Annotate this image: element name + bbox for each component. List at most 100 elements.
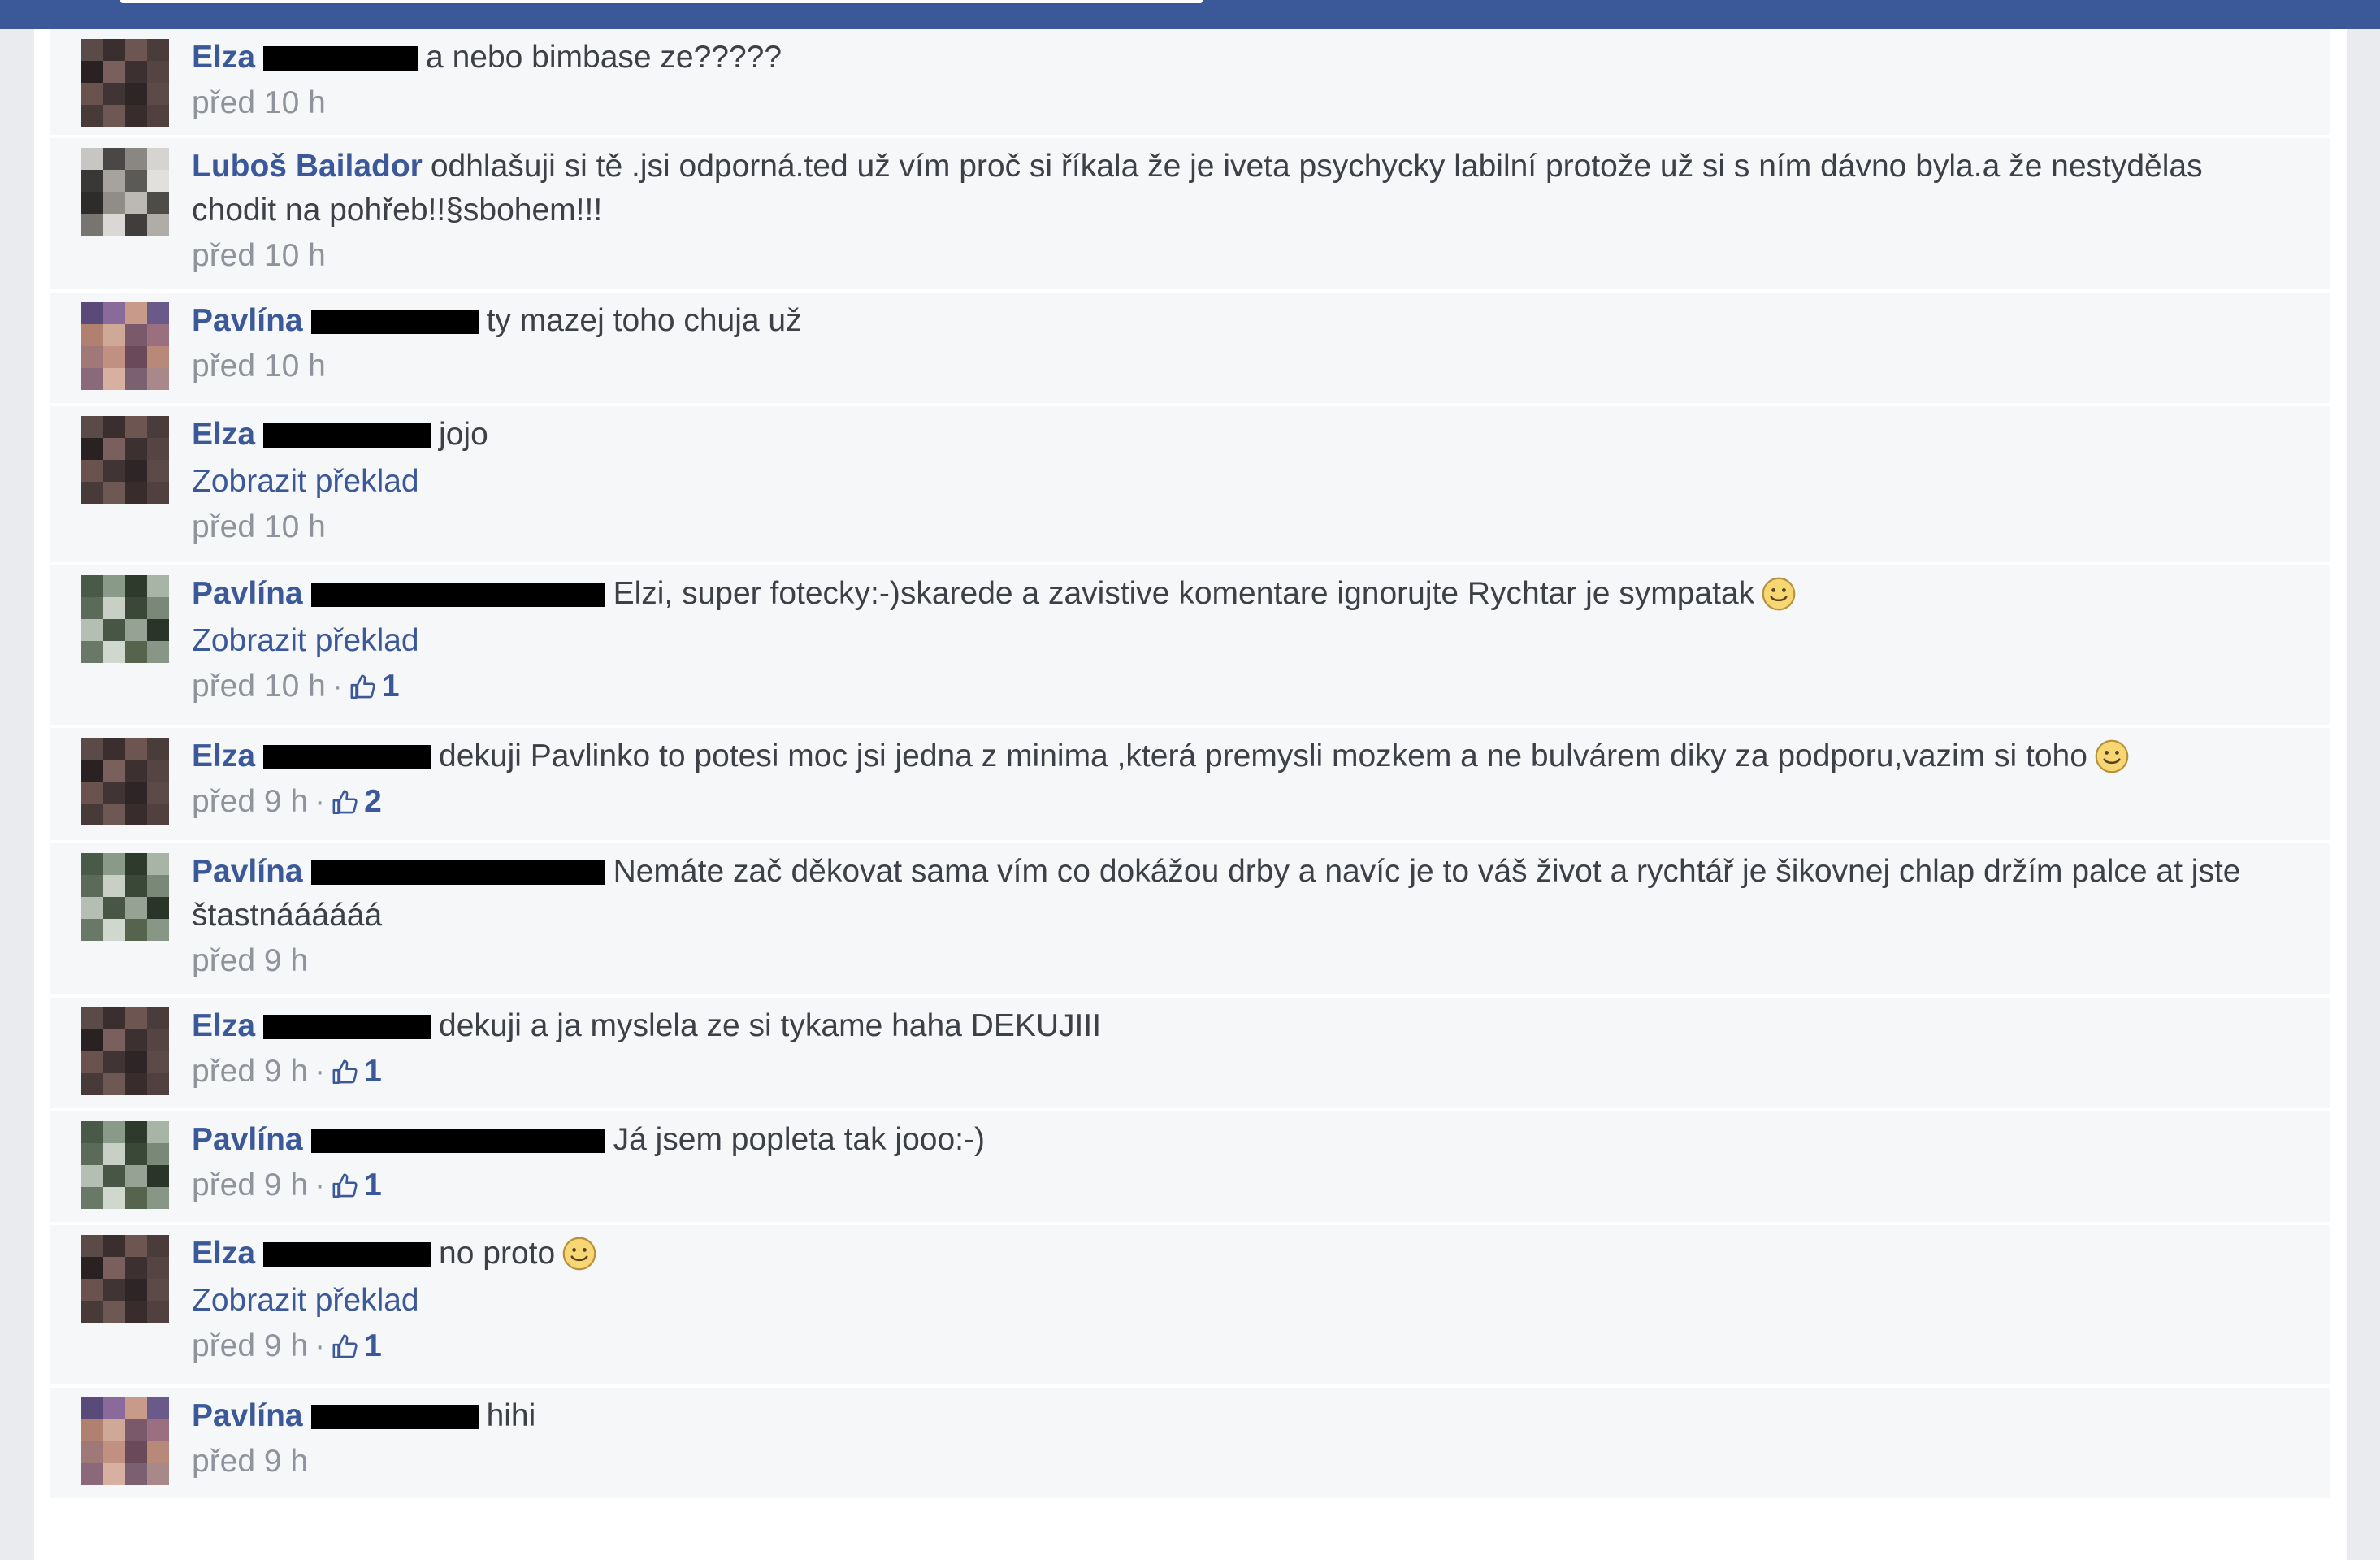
comment-author-link[interactable]: Luboš Bailador: [192, 149, 423, 184]
see-translation-link[interactable]: Zobrazit překlad: [192, 1279, 2257, 1323]
comment-item: Pavlína Elzi, super fotecky:-)skarede a z…: [50, 566, 2330, 728]
separator-dot: ·: [314, 784, 326, 819]
search-input[interactable]: [120, 0, 1203, 3]
comment-author-link[interactable]: Elza: [192, 40, 255, 75]
thumbs-up-icon: [332, 1334, 358, 1359]
comment-meta: před 10 h: [192, 234, 2257, 278]
comment-author-link[interactable]: Pavlína: [192, 1122, 303, 1157]
separator-dot: ·: [314, 1168, 326, 1202]
see-translation-link[interactable]: Zobrazit překlad: [192, 619, 2257, 663]
comment-text: hihi: [486, 1398, 536, 1433]
comment-timestamp[interactable]: před 9 h: [192, 1054, 308, 1089]
comment-author-link[interactable]: Elza: [192, 417, 255, 452]
thumbs-up-icon: [332, 790, 358, 815]
comment-body: Elza dekuji a ja myslela ze si tykame hah…: [192, 1004, 2257, 1094]
smiley-emoji-icon: [2095, 739, 2129, 774]
comment-item: Pavlína Nemáte zač děkovat sama vím co do…: [50, 843, 2330, 998]
comment-item: Elza a nebo bimbase ze????? před 10 h: [50, 29, 2330, 138]
comment-author-link[interactable]: Pavlína: [192, 854, 303, 889]
comment-timestamp[interactable]: před 10 h: [192, 238, 326, 273]
comment-author-link[interactable]: Pavlína: [192, 1398, 303, 1433]
commenter-avatar[interactable]: [81, 1398, 169, 1485]
comment-body: Pavlína hihi před 9 h: [192, 1394, 2257, 1484]
comment-item: Luboš Bailador odhlašuji si tě .jsi odpor…: [50, 138, 2330, 292]
thumbs-up-icon: [332, 1060, 358, 1085]
comment-text: Elzi, super fotecky:-)skarede a zavistiv…: [613, 576, 1755, 611]
comment-timestamp[interactable]: před 9 h: [192, 1168, 308, 1202]
comment-meta: před 10 h: [192, 81, 2257, 125]
comment-author-link[interactable]: Elza: [192, 1236, 255, 1271]
redaction-bar: [263, 745, 431, 769]
comment-body: Pavlína Já jsem popleta tak jooo:-) před 9…: [192, 1118, 2257, 1207]
commenter-avatar[interactable]: [81, 1008, 169, 1095]
commenter-avatar[interactable]: [81, 738, 169, 826]
comment-meta: před 9 h · 2: [192, 780, 2257, 824]
comment-timestamp[interactable]: před 9 h: [192, 784, 308, 819]
comment-meta: před 10 h: [192, 344, 2257, 388]
comment-text: a nebo bimbase ze?????: [426, 40, 782, 75]
commenter-avatar[interactable]: [81, 853, 169, 941]
comment-body: Pavlína Elzi, super fotecky:-)skarede a z…: [192, 572, 2257, 708]
comment-line: Pavlína ty mazej toho chuja už: [192, 299, 2257, 343]
comment-timestamp[interactable]: před 10 h: [192, 349, 326, 384]
like-count[interactable]: 1: [364, 1054, 382, 1089]
comment-body: Pavlína ty mazej toho chuja už před 10 h: [192, 299, 2257, 388]
thumbs-up-icon: [332, 1173, 358, 1198]
comment-line: Pavlína Já jsem popleta tak jooo:-): [192, 1118, 2257, 1162]
comment-timestamp[interactable]: před 9 h: [192, 943, 308, 978]
like-count[interactable]: 2: [364, 784, 382, 819]
comment-meta: před 10 h · 1: [192, 665, 2257, 708]
comment-item: Pavlína Já jsem popleta tak jooo:-) před 9…: [50, 1112, 2330, 1225]
comment-author-link[interactable]: Pavlína: [192, 576, 303, 611]
comment-line: Pavlína hihi: [192, 1394, 2257, 1438]
see-translation-link[interactable]: Zobrazit překlad: [192, 460, 2257, 504]
separator-dot: ·: [314, 1054, 326, 1089]
comment-timestamp[interactable]: před 10 h: [192, 669, 326, 704]
redaction-bar: [310, 1405, 479, 1429]
comment-line: Luboš Bailador odhlašuji si tě .jsi odpor…: [192, 145, 2257, 232]
comment-meta: před 9 h · 1: [192, 1164, 2257, 1207]
comment-line: Elza dekuji a ja myslela ze si tykame hah…: [192, 1004, 2257, 1048]
comment-author-link[interactable]: Elza: [192, 1008, 255, 1043]
comment-text: dekuji a ja myslela ze si tykame haha DE…: [439, 1008, 1102, 1043]
right-gutter: [2347, 29, 2380, 1560]
commenter-avatar[interactable]: [81, 148, 169, 236]
comment-body: Elza dekuji Pavlinko to potesi moc jsi je…: [192, 734, 2257, 824]
comment-timestamp[interactable]: před 10 h: [192, 85, 326, 120]
separator-dot: ·: [314, 1328, 326, 1363]
commenter-avatar[interactable]: [81, 302, 169, 390]
comment-author-link[interactable]: Pavlína: [192, 303, 303, 338]
like-count[interactable]: 1: [382, 669, 400, 704]
comment-body: Pavlína Nemáte zač děkovat sama vím co do…: [192, 850, 2257, 983]
comment-timestamp[interactable]: před 10 h: [192, 509, 326, 544]
comment-line: Elza no proto: [192, 1232, 2257, 1276]
redaction-bar: [310, 860, 605, 885]
comment-text: dekuji Pavlinko to potesi moc jsi jedna …: [439, 739, 2087, 774]
redaction-bar: [310, 310, 479, 334]
redaction-bar: [310, 583, 605, 607]
comment-author-link[interactable]: Elza: [192, 739, 255, 774]
comment-item: Elza no proto Zobrazit překlad před 9 h · 1: [50, 1225, 2330, 1388]
comment-item: Pavlína ty mazej toho chuja už před 10 h: [50, 292, 2330, 406]
comment-text: jojo: [439, 417, 488, 452]
smiley-emoji-icon: [1762, 577, 1796, 611]
post-feed: Elza a nebo bimbase ze????? před 10 h Luboš…: [34, 29, 2347, 1560]
commenter-avatar[interactable]: [81, 39, 169, 127]
like-count[interactable]: 1: [364, 1168, 382, 1202]
commenter-avatar[interactable]: [81, 575, 169, 663]
left-gutter: [0, 29, 34, 1560]
comment-item: Pavlína hihi před 9 h: [50, 1388, 2330, 1502]
comment-meta: před 9 h: [192, 1440, 2257, 1484]
like-count[interactable]: 1: [364, 1328, 382, 1363]
comment-item: Elza dekuji a ja myslela ze si tykame hah…: [50, 998, 2330, 1112]
comment-timestamp[interactable]: před 9 h: [192, 1328, 308, 1363]
thumbs-up-icon: [350, 674, 375, 700]
commenter-avatar[interactable]: [81, 416, 169, 504]
comment-body: Elza a nebo bimbase ze????? před 10 h: [192, 36, 2257, 125]
comment-text: odhlašuji si tě .jsi odporná.ted už vím …: [192, 149, 2203, 228]
comment-timestamp[interactable]: před 9 h: [192, 1444, 308, 1479]
redaction-bar: [310, 1129, 605, 1153]
commenter-avatar[interactable]: [81, 1235, 169, 1323]
commenter-avatar[interactable]: [81, 1121, 169, 1209]
smiley-emoji-icon: [562, 1237, 596, 1271]
